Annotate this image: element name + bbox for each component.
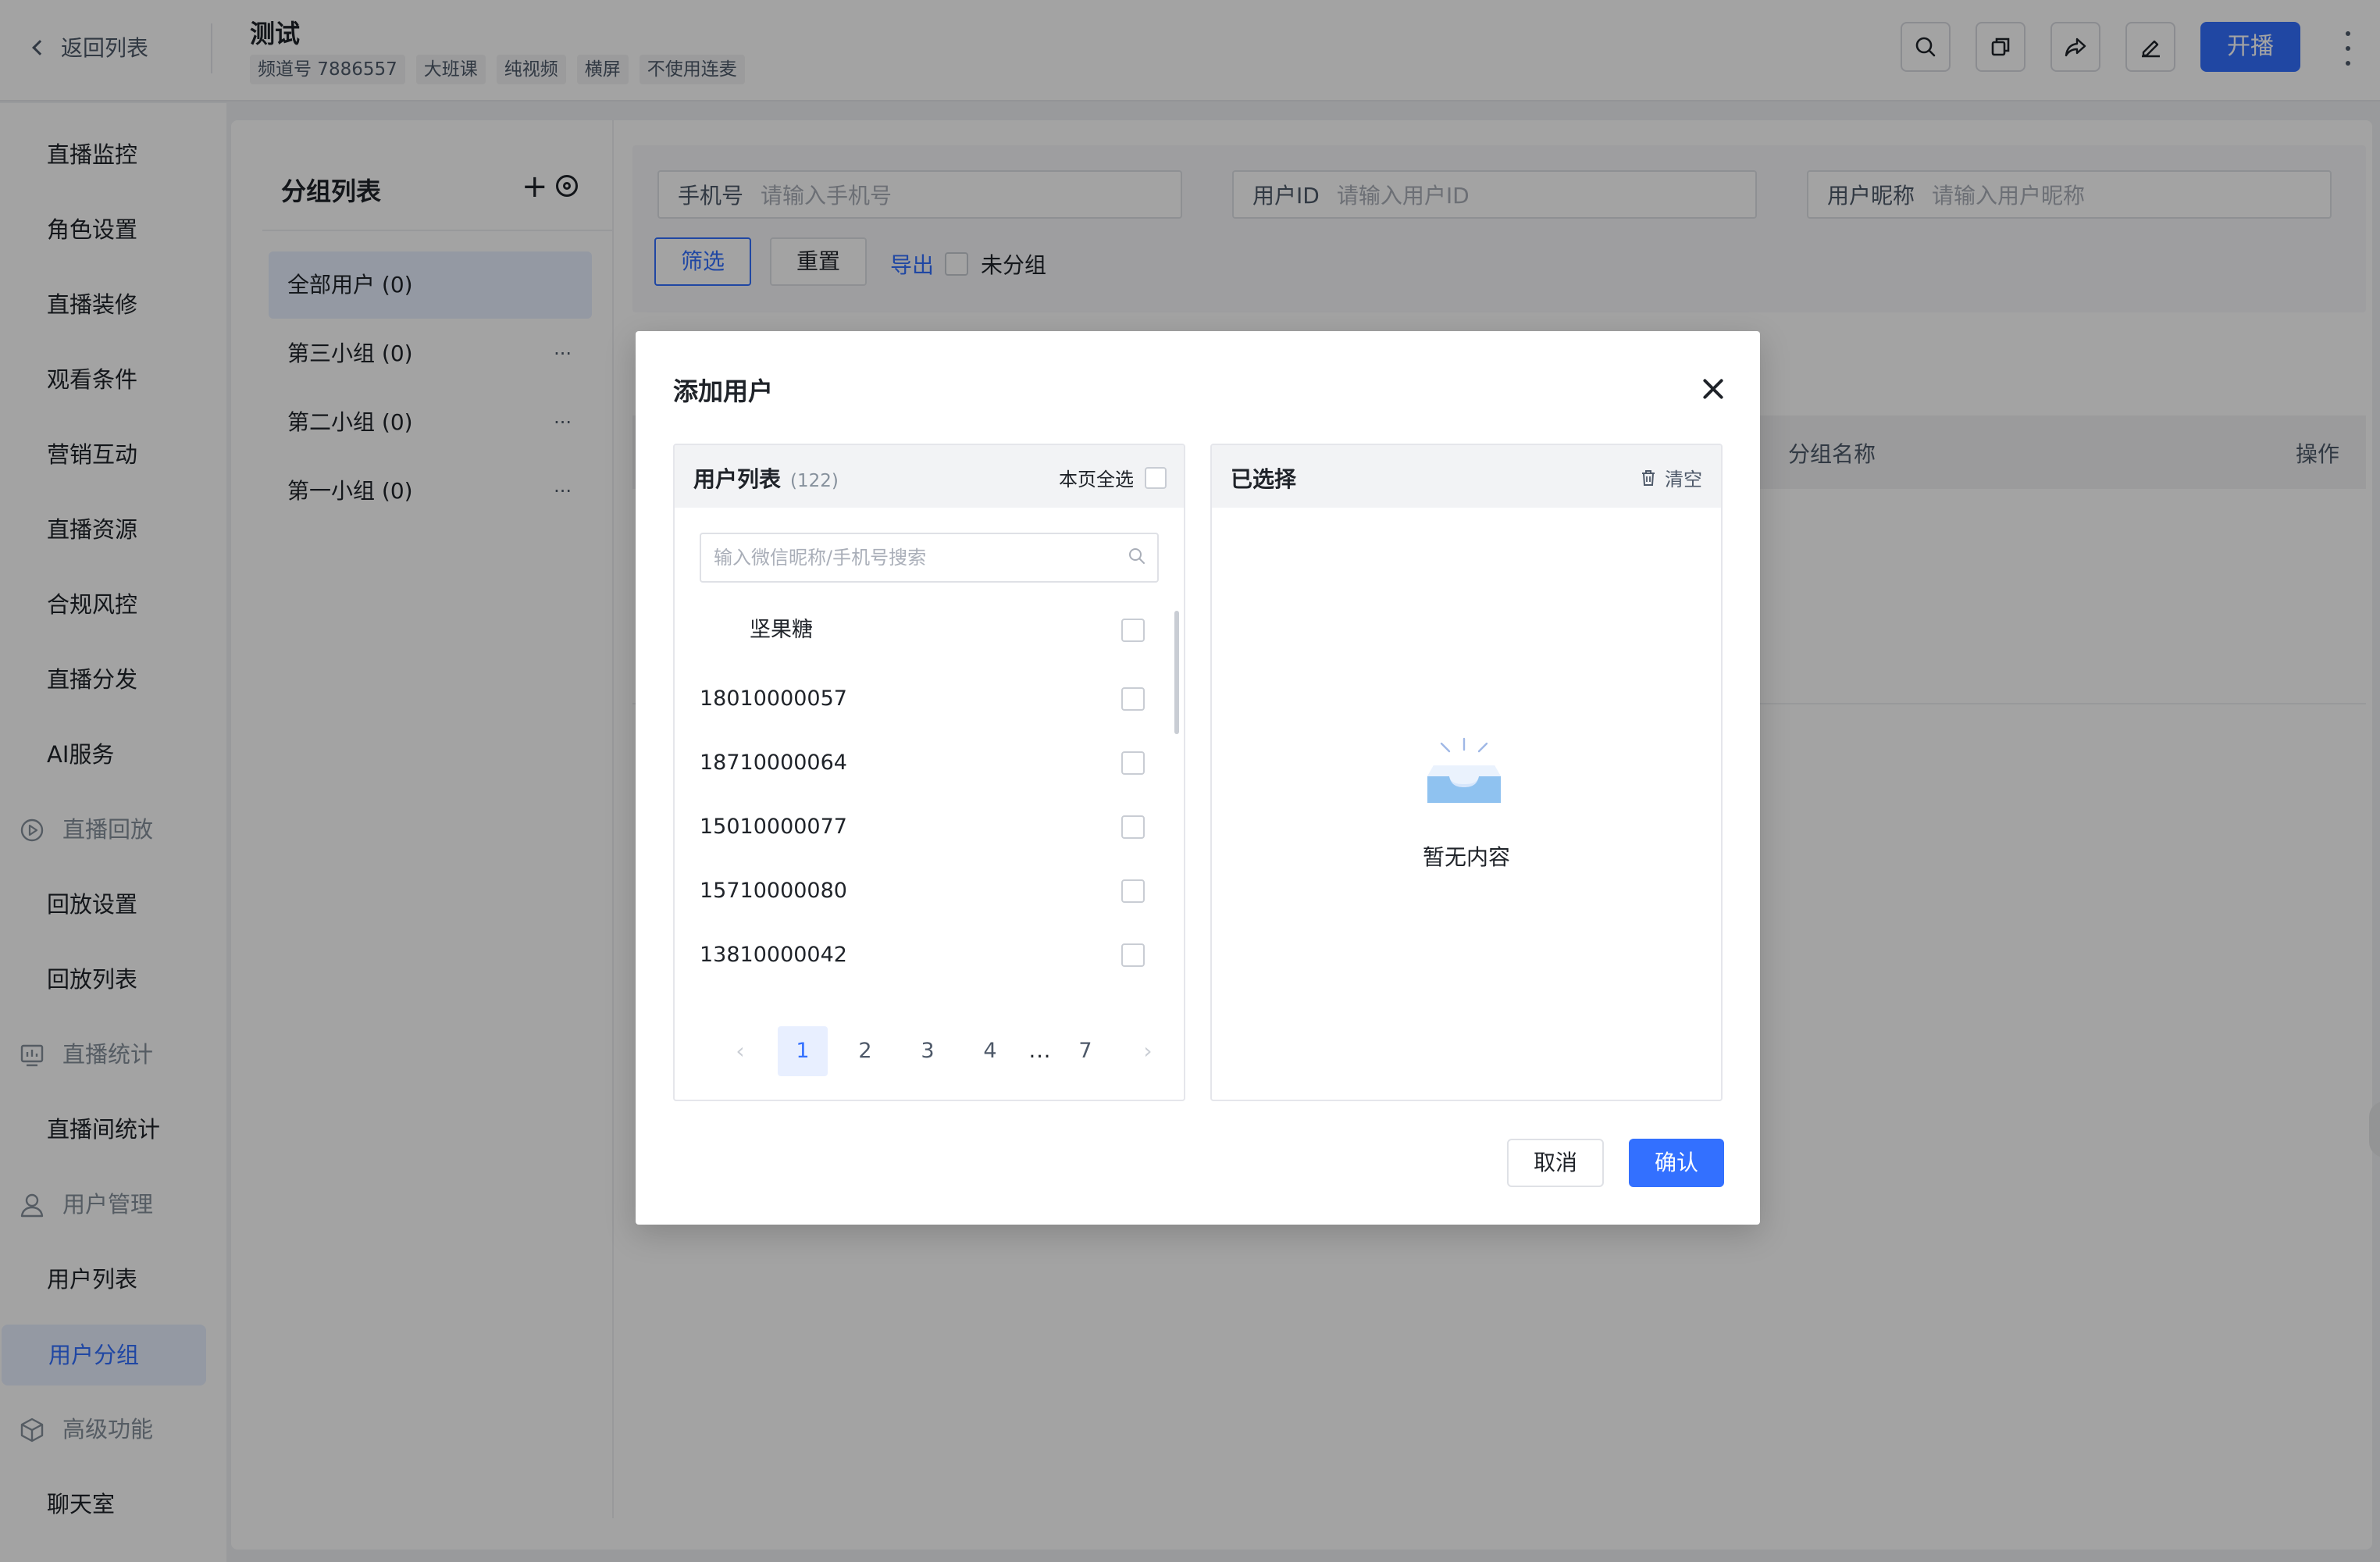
pagination: ‹ 1 2 3 4 ... 7 › <box>715 1026 1184 1076</box>
prev-page-button[interactable]: ‹ <box>715 1026 765 1076</box>
selected-pane: 已选择 清空 暂无内容 <box>1210 444 1723 1101</box>
page-7-button[interactable]: 7 <box>1060 1026 1110 1076</box>
user-name: 坚果糖 <box>750 618 813 642</box>
list-item[interactable]: 坚果糖 <box>675 598 1174 662</box>
user-list-title: 用户列表 (122) <box>693 462 839 494</box>
user-list-label: 用户列表 <box>693 466 782 492</box>
user-name: 15710000080 <box>700 879 847 903</box>
checkbox[interactable] <box>1121 687 1145 711</box>
user-name: 18710000064 <box>700 751 847 775</box>
close-icon[interactable] <box>1702 378 1724 400</box>
list-item[interactable]: 18010000057 <box>675 667 1174 731</box>
list-item[interactable]: 15710000080 <box>675 859 1174 923</box>
checkbox[interactable] <box>1121 619 1145 642</box>
page-2-button[interactable]: 2 <box>840 1026 890 1076</box>
page-4-button[interactable]: 4 <box>965 1026 1015 1076</box>
checkbox[interactable] <box>1121 879 1145 903</box>
page-1-button[interactable]: 1 <box>778 1026 828 1076</box>
confirm-button[interactable]: 确认 <box>1629 1139 1724 1187</box>
list-item[interactable]: 13810000042 <box>675 923 1174 987</box>
user-search-input[interactable] <box>700 533 1159 583</box>
checkbox[interactable] <box>1145 466 1167 489</box>
cancel-button[interactable]: 取消 <box>1507 1139 1604 1187</box>
user-count: (122) <box>790 471 839 491</box>
empty-text: 暂无内容 <box>1422 844 1510 870</box>
next-page-button[interactable]: › <box>1123 1026 1173 1076</box>
checkbox[interactable] <box>1121 751 1145 775</box>
empty-state: 暂无内容 <box>1212 445 1721 1100</box>
list-item[interactable]: 15010000077 <box>675 795 1174 859</box>
user-list-header: 用户列表 (122) 本页全选 <box>675 445 1184 508</box>
user-list-pane: 用户列表 (122) 本页全选 坚果糖 18010000057 187100000… <box>673 444 1185 1101</box>
page-3-button[interactable]: 3 <box>903 1026 953 1076</box>
page-ellipsis[interactable]: ... <box>1028 1026 1053 1076</box>
checkbox[interactable] <box>1121 815 1145 839</box>
list-item[interactable]: 18710000064 <box>675 731 1174 795</box>
select-page-all[interactable]: 本页全选 <box>1059 464 1167 491</box>
empty-inbox-icon <box>1427 737 1501 803</box>
search-icon <box>1129 548 1145 564</box>
checkbox[interactable] <box>1121 943 1145 967</box>
dialog-title: 添加用户 <box>673 376 774 406</box>
user-name: 15010000077 <box>700 815 847 839</box>
scrollbar[interactable] <box>1174 611 1179 734</box>
user-name: 13810000042 <box>700 943 847 967</box>
select-page-all-label: 本页全选 <box>1059 469 1134 490</box>
user-name: 18010000057 <box>700 686 847 711</box>
add-user-dialog: 添加用户 用户列表 (122) 本页全选 坚果糖 18010000057 1871… <box>636 331 1760 1225</box>
